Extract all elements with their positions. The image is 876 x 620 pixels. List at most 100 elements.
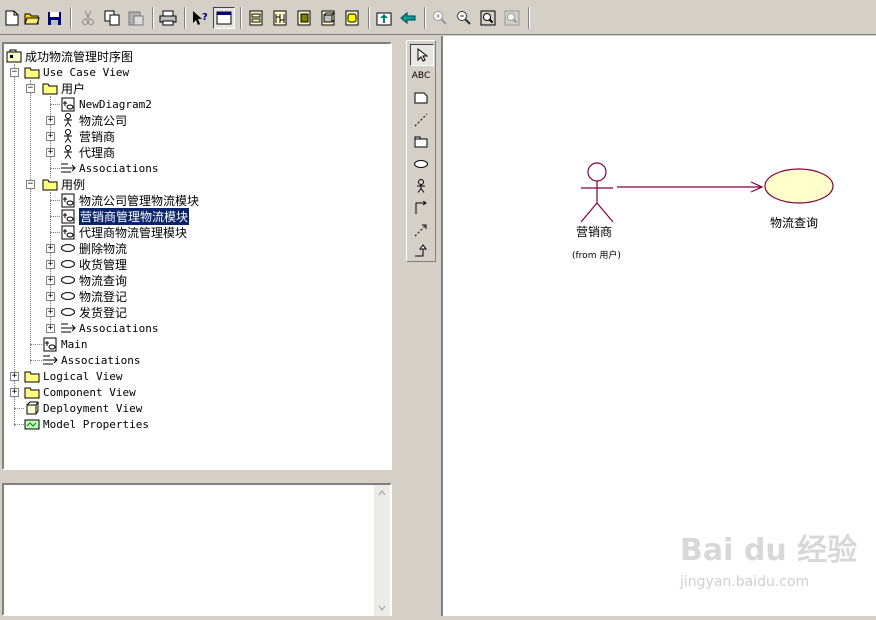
toolbar-separator	[70, 7, 72, 29]
tree-item-actor-agent[interactable]: 代理商	[60, 144, 115, 160]
tree-item-label: 删除物流	[79, 241, 128, 256]
associations-icon	[60, 321, 76, 335]
tree-item-diagram-agent-module[interactable]: 代理商物流管理模块	[60, 224, 187, 240]
expand-toggle[interactable]: +	[46, 308, 55, 317]
tree-root[interactable]: 成功物流管理时序图	[6, 48, 133, 64]
tree-item-usecase-receive[interactable]: 收货管理	[60, 256, 127, 272]
actor-figure[interactable]	[580, 162, 614, 223]
package-icon[interactable]	[410, 132, 432, 152]
actor-icon[interactable]	[410, 176, 432, 196]
selection-arrow-icon[interactable]	[410, 44, 434, 66]
tree-item-label-selected: 营销商管理物流模块	[79, 207, 190, 225]
watermark-brand: Bai du 经验	[680, 533, 858, 568]
expand-toggle[interactable]: +	[46, 132, 55, 141]
expand-toggle[interactable]: +	[46, 148, 55, 157]
dependency-icon[interactable]	[410, 220, 432, 240]
expand-toggle[interactable]: +	[46, 292, 55, 301]
browse-interaction-diagram-icon[interactable]	[270, 8, 290, 28]
associations-icon	[42, 353, 58, 367]
pane-splitter[interactable]	[0, 474, 400, 479]
use-case-icon[interactable]	[410, 154, 432, 174]
browse-deployment-diagram-icon[interactable]	[318, 8, 338, 28]
tree-item-newdiagram2[interactable]: NewDiagram2	[60, 96, 152, 112]
generalization-icon[interactable]	[410, 241, 432, 261]
toolbar-separator	[368, 7, 370, 29]
toolbar-separator	[152, 7, 154, 29]
tree-line	[50, 168, 60, 169]
expand-toggle[interactable]: +	[46, 244, 55, 253]
association-line[interactable]	[617, 181, 764, 193]
print-icon[interactable]	[158, 8, 178, 28]
tree-item-label: Model Properties	[43, 417, 149, 431]
tree-item-label: Associations	[79, 161, 159, 175]
tree-item-usecase-register[interactable]: 物流登记	[60, 288, 127, 304]
browser-tree-pane[interactable]: 成功物流管理时序图 − Use Case View − 用户 NewDiagra…	[2, 42, 392, 470]
tree-item-use-case-view[interactable]: Use Case View	[24, 64, 129, 80]
tree-item-label: Logical View	[43, 369, 123, 383]
tree-item-usecase-package[interactable]: 用例	[42, 176, 85, 192]
tree-item-usecase-ship[interactable]: 发货登记	[60, 304, 127, 320]
zoom-in-icon[interactable]	[430, 8, 450, 28]
tree-item-actor-marketer[interactable]: 营销商	[60, 128, 115, 144]
zoom-out-icon[interactable]	[454, 8, 474, 28]
folder-icon	[24, 369, 40, 383]
copy-icon[interactable]	[102, 8, 122, 28]
documentation-pane[interactable]	[2, 483, 392, 616]
tree-line	[50, 104, 60, 105]
save-icon[interactable]	[44, 8, 64, 28]
model-properties-icon	[24, 417, 40, 431]
undo-fit-icon[interactable]	[502, 8, 522, 28]
actor-from-label: (from 用户)	[572, 251, 621, 261]
tree-item-component-view[interactable]: Component View	[24, 384, 136, 400]
usecase-icon	[60, 241, 76, 255]
tree-item-main-associations[interactable]: Associations	[42, 352, 140, 368]
unidirectional-association-icon[interactable]	[410, 198, 432, 218]
browse-component-diagram-icon[interactable]	[294, 8, 314, 28]
fit-in-window-icon[interactable]	[478, 8, 498, 28]
documentation-scrollbar[interactable]	[374, 485, 390, 616]
folder-icon	[24, 65, 40, 79]
open-folder-icon[interactable]	[22, 8, 42, 28]
tree-item-actor-logistics-company[interactable]: 物流公司	[60, 112, 127, 128]
expand-toggle[interactable]: +	[10, 388, 19, 397]
tree-item-diagram-logistics-module[interactable]: 物流公司管理物流模块	[60, 192, 199, 208]
tree-item-label: Associations	[79, 321, 159, 335]
browse-class-diagram-icon[interactable]	[246, 8, 266, 28]
tree-item-usecase-associations[interactable]: Associations	[60, 320, 158, 336]
collapse-toggle[interactable]: −	[10, 68, 19, 77]
tree-item-diagram-marketer-module[interactable]: 营销商管理物流模块	[60, 207, 190, 225]
tree-item-logical-view[interactable]: Logical View	[24, 368, 122, 384]
expand-toggle[interactable]: +	[46, 276, 55, 285]
toolbar-separator	[184, 7, 186, 29]
cut-icon[interactable]	[78, 8, 98, 28]
expand-toggle[interactable]: +	[10, 372, 19, 381]
anchor-note-icon[interactable]	[410, 110, 432, 130]
tree-item-label: 用户	[61, 81, 86, 96]
actor-icon	[60, 145, 76, 159]
tree-item-deployment-view[interactable]: Deployment View	[24, 400, 142, 416]
paste-icon[interactable]	[126, 8, 146, 28]
tree-item-main[interactable]: Main	[42, 336, 88, 352]
tree-item-usecase-delete[interactable]: 删除物流	[60, 240, 127, 256]
tree-line	[30, 360, 42, 361]
tree-item-usecase-query[interactable]: 物流查询	[60, 272, 127, 288]
text-box-tool[interactable]: ABC	[410, 66, 432, 86]
tree-item-model-properties[interactable]: Model Properties	[24, 416, 149, 432]
browse-parent-icon[interactable]	[374, 8, 394, 28]
collapse-toggle[interactable]: −	[26, 180, 35, 189]
tree-item-user-package[interactable]: 用户	[42, 80, 85, 96]
expand-toggle[interactable]: +	[46, 260, 55, 269]
context-help-icon[interactable]: ?	[190, 8, 210, 28]
note-icon[interactable]	[410, 88, 432, 108]
usecase-ellipse[interactable]	[764, 168, 834, 204]
tree-line	[30, 344, 42, 345]
tree-item-associations[interactable]: Associations	[60, 160, 158, 176]
expand-toggle[interactable]: +	[46, 116, 55, 125]
tree-item-label: NewDiagram2	[79, 97, 152, 111]
browse-state-diagram-icon[interactable]	[342, 8, 362, 28]
browse-previous-icon[interactable]	[398, 8, 418, 28]
collapse-toggle[interactable]: −	[26, 84, 35, 93]
expand-toggle[interactable]: +	[46, 324, 55, 333]
view-documentation-icon[interactable]	[213, 7, 235, 29]
new-file-icon[interactable]	[2, 8, 22, 28]
